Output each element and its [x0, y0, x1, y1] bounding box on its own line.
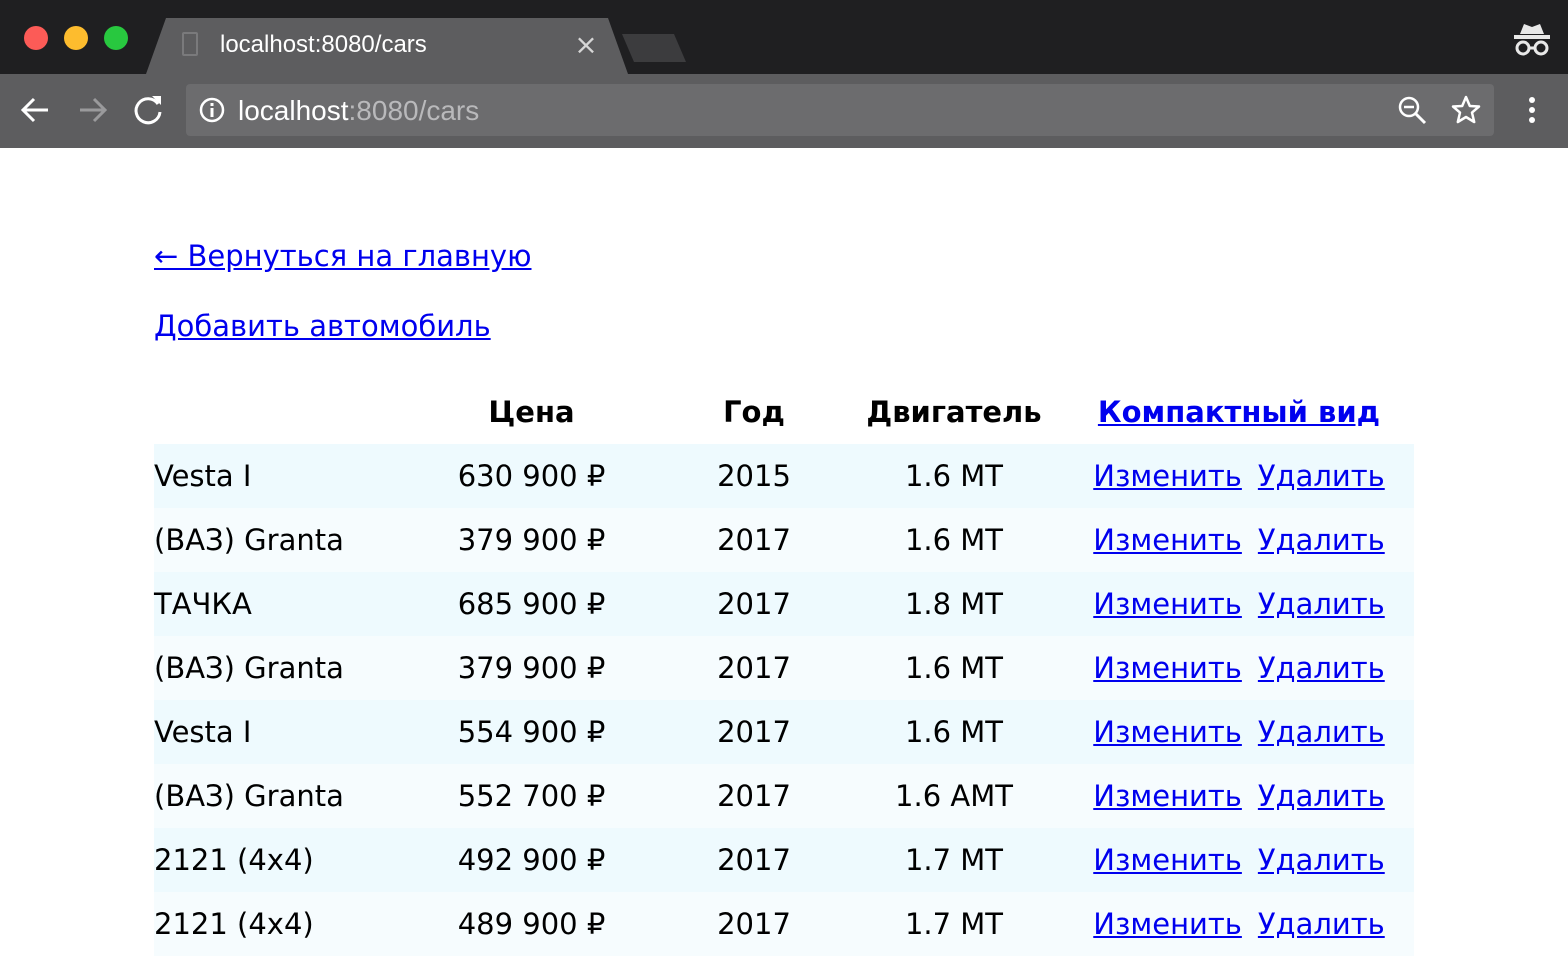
table-row: (ВАЗ) Granta 552 700 ₽ 2017 1.6 AMT Изме… [154, 764, 1414, 828]
delete-link[interactable]: Удалить [1258, 843, 1385, 877]
cell-engine: 1.6 MT [904, 523, 1004, 557]
cell-actions: Изменить Удалить [1064, 508, 1414, 572]
back-to-home-link[interactable]: ← Вернуться на главную [154, 236, 532, 276]
close-window-button[interactable] [24, 26, 48, 50]
cell-price: 630 900 ₽ [457, 459, 606, 493]
cars-table: Цена Год Двигатель Компактный вид Vesta … [154, 380, 1414, 956]
table-row: (ВАЗ) Granta 379 900 ₽ 2017 1.6 MT Измен… [154, 636, 1414, 700]
table-row: 2121 (4x4) 489 900 ₽ 2017 1.7 MT Изменит… [154, 892, 1414, 956]
table-row: Vesta I 554 900 ₽ 2017 1.6 MT Изменить Уд… [154, 700, 1414, 764]
header-year: Год [723, 395, 785, 429]
edit-link[interactable]: Изменить [1093, 843, 1242, 877]
cell-model: Vesta I [154, 715, 252, 749]
edit-link[interactable]: Изменить [1093, 651, 1242, 685]
edit-link[interactable]: Изменить [1093, 779, 1242, 813]
cell-price: 489 900 ₽ [457, 907, 606, 941]
reload-icon[interactable] [130, 92, 166, 128]
cell-actions: Изменить Удалить [1064, 700, 1414, 764]
cell-engine: 1.8 MT [904, 587, 1004, 621]
cell-actions: Изменить Удалить [1064, 828, 1414, 892]
cell-price: 492 900 ₽ [457, 843, 606, 877]
bookmark-star-icon[interactable] [1450, 94, 1482, 126]
compact-view-link[interactable]: Компактный вид [1098, 395, 1380, 429]
cell-engine: 1.6 AMT [895, 779, 1013, 813]
page-document-icon [182, 32, 198, 56]
cell-year: 2017 [717, 843, 791, 877]
cell-year: 2015 [717, 459, 791, 493]
edit-link[interactable]: Изменить [1093, 715, 1242, 749]
edit-link[interactable]: Изменить [1093, 523, 1242, 557]
cell-price: 379 900 ₽ [457, 651, 606, 685]
cell-actions: Изменить Удалить [1064, 892, 1414, 956]
table-row: 2121 (4x4) 492 900 ₽ 2017 1.7 MT Изменит… [154, 828, 1414, 892]
cell-year: 2017 [717, 587, 791, 621]
delete-link[interactable]: Удалить [1258, 651, 1385, 685]
maximize-window-button[interactable] [104, 26, 128, 50]
browser-menu-icon[interactable] [1520, 94, 1544, 126]
delete-link[interactable]: Удалить [1258, 459, 1385, 493]
cell-model: (ВАЗ) Granta [154, 651, 344, 685]
tab-title: localhost:8080/cars [220, 31, 427, 58]
delete-link[interactable]: Удалить [1258, 587, 1385, 621]
table-header-row: Цена Год Двигатель Компактный вид [154, 380, 1414, 444]
cell-year: 2017 [717, 523, 791, 557]
delete-link[interactable]: Удалить [1258, 523, 1385, 557]
cell-engine: 1.6 MT [904, 459, 1004, 493]
cell-model: Vesta I [154, 459, 252, 493]
cell-model: 2121 (4x4) [154, 907, 314, 941]
minimize-window-button[interactable] [64, 26, 88, 50]
cell-actions: Изменить Удалить [1064, 636, 1414, 700]
cell-actions: Изменить Удалить [1064, 572, 1414, 636]
cell-actions: Изменить Удалить [1064, 444, 1414, 508]
header-model [154, 380, 399, 444]
edit-link[interactable]: Изменить [1093, 907, 1242, 941]
cell-model: (ВАЗ) Granta [154, 779, 344, 813]
header-compact-view: Компактный вид [1064, 380, 1414, 444]
cell-year: 2017 [717, 779, 791, 813]
table-row: (ВАЗ) Granta 379 900 ₽ 2017 1.6 MT Измен… [154, 508, 1414, 572]
add-car-link[interactable]: Добавить автомобиль [154, 306, 491, 346]
table-row: Vesta I 630 900 ₽ 2015 1.6 MT Изменить Уд… [154, 444, 1414, 508]
cell-price: 379 900 ₽ [457, 523, 606, 557]
cell-engine: 1.7 MT [904, 843, 1004, 877]
cell-year: 2017 [717, 907, 791, 941]
forward-arrow-icon[interactable] [74, 92, 110, 128]
cell-price: 685 900 ₽ [457, 587, 606, 621]
cell-year: 2017 [717, 651, 791, 685]
cell-year: 2017 [717, 715, 791, 749]
header-price: Цена [488, 395, 575, 429]
url-host: localhost [238, 95, 349, 126]
cell-price: 554 900 ₽ [457, 715, 606, 749]
address-bar-url[interactable]: localhost:8080/cars [238, 92, 479, 130]
cell-actions: Изменить Удалить [1064, 764, 1414, 828]
back-arrow-icon[interactable] [18, 92, 54, 128]
header-engine: Двигатель [866, 395, 1042, 429]
zoom-icon[interactable] [1396, 94, 1428, 126]
delete-link[interactable]: Удалить [1258, 907, 1385, 941]
cell-model: (ВАЗ) Granta [154, 523, 344, 557]
delete-link[interactable]: Удалить [1258, 715, 1385, 749]
cell-engine: 1.6 MT [904, 715, 1004, 749]
edit-link[interactable]: Изменить [1093, 459, 1242, 493]
cell-engine: 1.7 MT [904, 907, 1004, 941]
site-info-icon[interactable] [198, 96, 226, 124]
cell-price: 552 700 ₽ [457, 779, 606, 813]
tab-close-button[interactable]: × [572, 30, 600, 60]
edit-link[interactable]: Изменить [1093, 587, 1242, 621]
cell-model: ТАЧКА [154, 587, 252, 621]
cell-engine: 1.6 MT [904, 651, 1004, 685]
cell-model: 2121 (4x4) [154, 843, 314, 877]
table-row: ТАЧКА 685 900 ₽ 2017 1.8 MT Изменить Удал… [154, 572, 1414, 636]
url-path: :8080/cars [348, 95, 480, 126]
delete-link[interactable]: Удалить [1258, 779, 1385, 813]
incognito-icon [1514, 24, 1550, 56]
